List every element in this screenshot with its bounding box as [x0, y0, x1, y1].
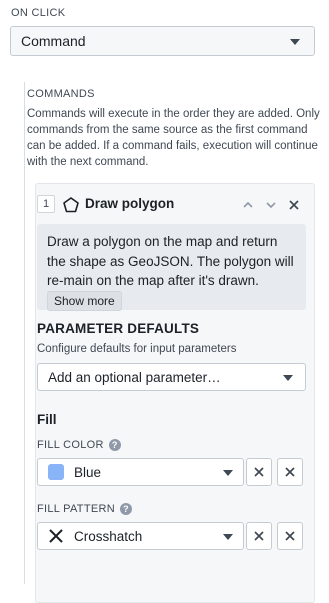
fill-pattern-select[interactable]: Crosshatch: [37, 522, 244, 550]
add-parameter-select[interactable]: Add an optional parameter…: [37, 363, 306, 391]
fill-color-select[interactable]: Blue: [37, 458, 244, 486]
help-icon[interactable]: ?: [108, 439, 121, 451]
commands-label: COMMANDS: [27, 88, 95, 100]
add-parameter-placeholder: Add an optional parameter…: [48, 369, 221, 385]
fill-color-label: FILL COLOR ?: [37, 439, 121, 451]
command-index-badge: 1: [37, 195, 55, 213]
fill-color-value: Blue: [74, 464, 102, 480]
remove-command-icon[interactable]: [287, 198, 301, 212]
cross-icon: [49, 529, 63, 543]
clear-icon: [254, 467, 264, 477]
caret-down-icon: [290, 39, 300, 45]
remove-fill-color-button[interactable]: [277, 458, 303, 486]
chevron-down-icon[interactable]: [264, 198, 278, 212]
commands-section: COMMANDS Commands will execute in the or…: [24, 82, 329, 603]
caret-down-icon: [283, 375, 293, 381]
remove-fill-pattern-button[interactable]: [277, 522, 303, 550]
show-more-button[interactable]: Show more: [47, 291, 122, 311]
close-icon: [285, 531, 295, 541]
caret-down-icon: [223, 534, 233, 540]
caret-down-icon: [223, 470, 233, 476]
chevron-up-icon[interactable]: [241, 198, 255, 212]
parameter-defaults-heading: PARAMETER DEFAULTS: [37, 321, 200, 336]
on-click-select[interactable]: Command: [10, 26, 315, 56]
command-card: 1 Draw polygon Draw a polygon on the map…: [35, 183, 315, 603]
parameter-defaults-subtitle: Configure defaults for input parameters: [37, 343, 237, 355]
fill-heading: Fill: [37, 412, 57, 427]
clear-fill-pattern-button[interactable]: [246, 522, 272, 550]
polygon-icon: [63, 197, 79, 213]
fill-pattern-label: FILL PATTERN ?: [37, 503, 132, 515]
command-description-callout: Draw a polygon on the map and return the…: [37, 224, 306, 311]
on-click-label: ON CLICK: [11, 7, 66, 19]
color-swatch: [48, 464, 64, 480]
fill-color-label-text: FILL COLOR: [37, 439, 104, 451]
fill-pattern-label-text: FILL PATTERN: [37, 503, 115, 515]
help-icon[interactable]: ?: [119, 503, 132, 515]
commands-description: Commands will execute in the order they …: [27, 108, 320, 168]
fill-pattern-value: Crosshatch: [74, 528, 143, 544]
command-description: Draw a polygon on the map and return the…: [47, 234, 294, 288]
clear-fill-color-button[interactable]: [246, 458, 272, 486]
on-click-selected-value: Command: [21, 33, 86, 49]
clear-icon: [254, 531, 264, 541]
command-header: 1 Draw polygon: [37, 195, 305, 215]
command-title: Draw polygon: [85, 196, 175, 211]
close-icon: [285, 467, 295, 477]
